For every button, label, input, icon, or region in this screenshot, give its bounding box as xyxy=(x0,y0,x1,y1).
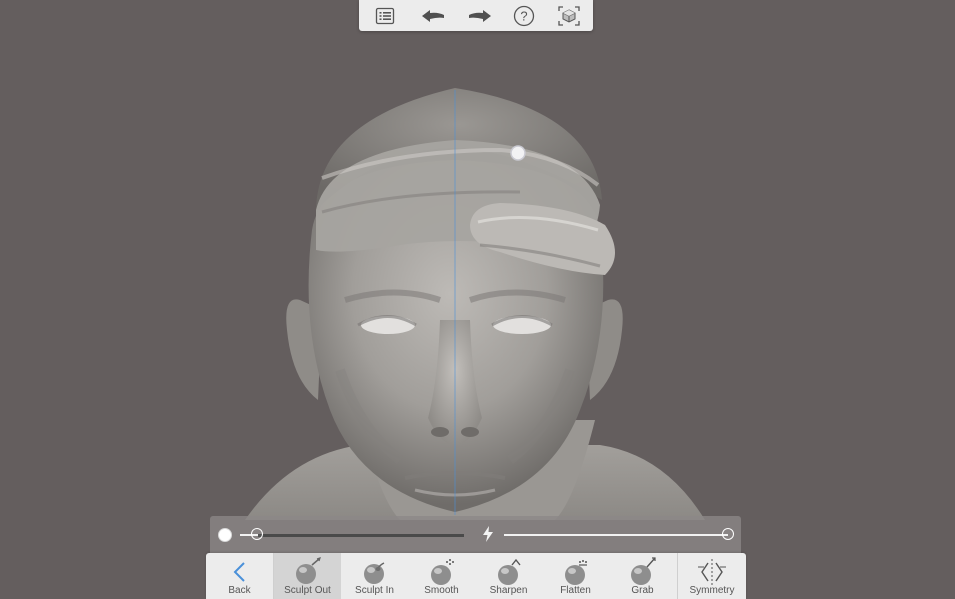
tool-label: Symmetry xyxy=(689,585,735,596)
smooth-icon xyxy=(430,559,454,585)
redo-button[interactable] xyxy=(463,2,497,29)
tool-label: Smooth xyxy=(424,585,459,596)
tool-label: Sharpen xyxy=(489,585,528,596)
tool-sharpen[interactable]: Sharpen xyxy=(475,553,542,599)
tool-symmetry[interactable]: Symmetry xyxy=(678,553,746,599)
tool-label: Sculpt In xyxy=(355,585,394,596)
sharpen-icon xyxy=(497,558,521,585)
view-cube-icon xyxy=(558,5,580,26)
head-model[interactable] xyxy=(0,0,955,599)
lightning-icon xyxy=(483,526,493,542)
tool-sculpt-out[interactable]: Sculpt Out xyxy=(274,553,341,599)
tool-sculpt-in[interactable]: Sculpt In xyxy=(341,553,408,599)
sculpt-tool-bar: Back Sculpt Out Sculpt In Smooth Sharpen… xyxy=(206,553,746,599)
sculpt-in-icon xyxy=(363,562,384,584)
tool-grab[interactable]: Grab xyxy=(609,553,676,599)
tool-flatten[interactable]: Flatten xyxy=(542,553,609,599)
tool-label: Back xyxy=(228,585,251,596)
brush-strength-slider[interactable] xyxy=(504,534,728,536)
list-icon xyxy=(375,7,395,24)
tool-smooth[interactable]: Smooth xyxy=(408,553,475,599)
chevron-left-icon xyxy=(233,562,245,582)
redo-arrow-icon xyxy=(469,9,491,22)
brush-strength-slider-handle[interactable] xyxy=(721,528,734,540)
undo-arrow-icon xyxy=(422,9,444,22)
brush-size-slider-fill xyxy=(257,534,464,537)
symmetry-icon xyxy=(698,559,726,585)
grab-icon xyxy=(630,557,656,585)
top-toolbar: ? xyxy=(359,0,593,31)
flatten-icon xyxy=(564,560,587,585)
brush-preview-dot xyxy=(218,528,232,542)
menu-button[interactable] xyxy=(368,2,402,29)
view-cube-button[interactable] xyxy=(552,2,586,29)
undo-button[interactable] xyxy=(416,2,450,29)
help-icon: ? xyxy=(513,5,535,26)
brush-cursor xyxy=(510,145,526,161)
tool-label: Sculpt Out xyxy=(284,585,331,596)
tool-back[interactable]: Back xyxy=(206,553,273,599)
tool-label: Grab xyxy=(631,585,654,596)
sculpt-out-icon xyxy=(295,557,321,584)
tool-label: Flatten xyxy=(560,585,591,596)
svg-text:?: ? xyxy=(520,8,527,23)
help-button[interactable]: ? xyxy=(507,2,541,29)
sculpt-viewport[interactable]: ? Back Sculpt Out Sculpt In Smooth Sharp… xyxy=(0,0,955,599)
